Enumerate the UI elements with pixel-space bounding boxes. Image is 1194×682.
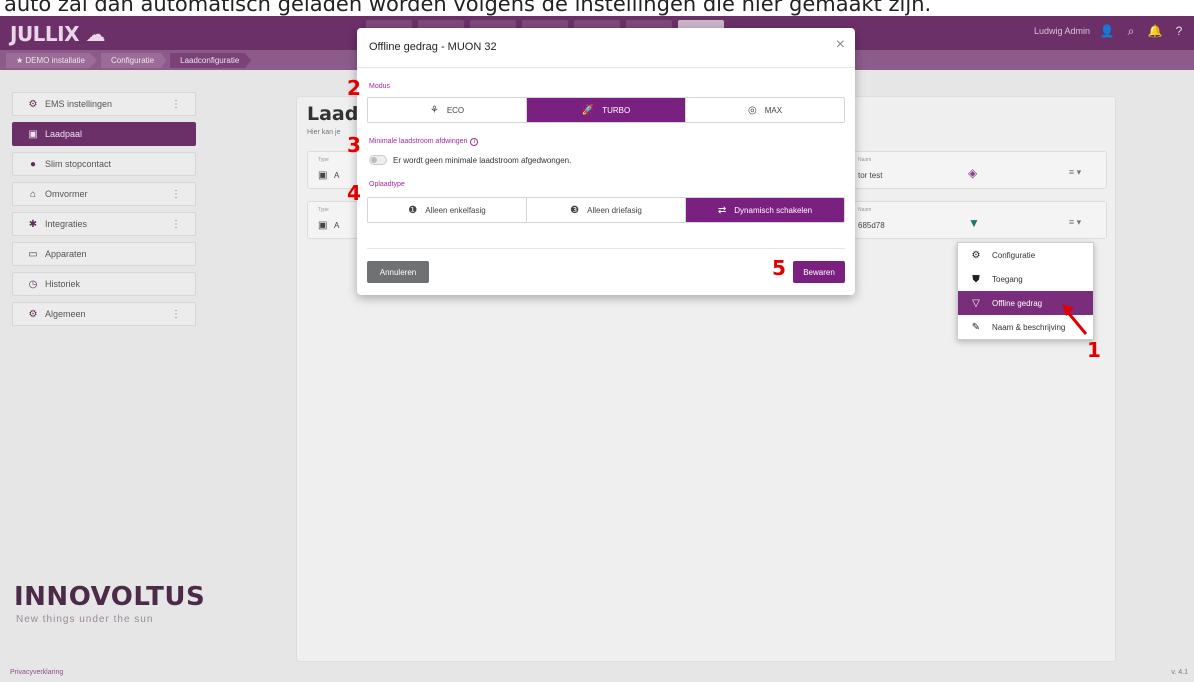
- row-menu-button[interactable]: ≡ ▾: [1060, 214, 1090, 230]
- close-icon[interactable]: ×: [836, 36, 845, 54]
- page-subtitle: Hier kan je: [307, 129, 341, 136]
- help-icon[interactable]: ?: [1172, 24, 1186, 38]
- sidebar-item-ems[interactable]: ⚙ EMS instellingen ⋮: [12, 92, 196, 116]
- laadtype-driefasig-button[interactable]: ❸ Alleen driefasig: [527, 198, 686, 222]
- three-icon: ❸: [570, 204, 580, 216]
- kebab-icon[interactable]: ⋮: [171, 189, 181, 200]
- row-menu-button[interactable]: ≡ ▾: [1060, 164, 1090, 180]
- modus-max-button[interactable]: ◎ MAX: [686, 98, 844, 122]
- info-icon[interactable]: i: [470, 138, 479, 146]
- brand-tagline: New things under the sun: [16, 614, 154, 625]
- row-type-label: Type: [318, 157, 329, 163]
- min-current-text: Er wordt geen minimale laadstroom afgedw…: [393, 155, 572, 165]
- tag-icon: ◈: [968, 166, 978, 180]
- sidebar-item-omvormer[interactable]: ⌂ Omvormer ⋮: [12, 182, 196, 206]
- puzzle-icon: ✱: [28, 218, 38, 230]
- shield-icon: ⛊: [972, 273, 980, 285]
- sidebar-item-algemeen[interactable]: ⚙ Algemeen ⋮: [12, 302, 196, 326]
- breadcrumb-item-installation[interactable]: ★ DEMO installatie: [6, 53, 97, 68]
- eco-icon: ⚘: [429, 104, 439, 116]
- gauge-icon: ◎: [747, 104, 757, 116]
- sidebar-item-laadpaal[interactable]: ▣ Laadpaal: [12, 122, 196, 146]
- home-icon: ⌂: [29, 188, 37, 200]
- bell-icon[interactable]: 🔔: [1148, 24, 1163, 38]
- rocket-icon: 🚀: [581, 104, 595, 116]
- modal-header: Offline gedrag - MUON 32 ×: [357, 28, 855, 68]
- cancel-button[interactable]: Annuleren: [367, 261, 429, 283]
- annotation-number-4: 4: [347, 181, 361, 205]
- row-type-value: A: [334, 171, 340, 180]
- row-type-label: Type: [318, 207, 329, 213]
- row-name-label: Naam: [858, 207, 872, 213]
- privacy-link[interactable]: Privacyverklaring: [10, 669, 63, 676]
- kebab-icon[interactable]: ⋮: [171, 99, 181, 110]
- jullix-logo[interactable]: JULLIX ☁: [10, 22, 105, 46]
- laadtype-label: Oplaadtype: [369, 181, 405, 188]
- wifi-off-icon: ▽: [972, 297, 980, 309]
- breadcrumb: ★ DEMO installatie Configuratie Laadconf…: [6, 53, 255, 68]
- sidebar-item-integraties[interactable]: ✱ Integraties ⋮: [12, 212, 196, 236]
- user-icon[interactable]: 👤: [1100, 24, 1115, 38]
- min-current-label: Minimale laadstroom afdwingen i: [369, 138, 479, 146]
- one-icon: ❶: [408, 204, 418, 216]
- menu-item-configuratie[interactable]: ⚙ Configuratie: [958, 243, 1093, 267]
- laadtype-dynamisch-button[interactable]: ⇄ Dynamisch schakelen: [686, 198, 844, 222]
- row-type-value: A: [334, 221, 340, 230]
- row-name-value: tor test: [858, 171, 883, 180]
- sidebar: ⚙ EMS instellingen ⋮ ▣ Laadpaal ● Slim stopc…: [12, 92, 196, 332]
- save-button[interactable]: Bewaren: [793, 261, 845, 283]
- modal-divider: [367, 248, 845, 249]
- user-name[interactable]: Ludwig Admin: [1034, 26, 1090, 36]
- sidebar-item-slim-stopcontact[interactable]: ● Slim stopcontact: [12, 152, 196, 176]
- gear-icon: ⚙: [28, 98, 38, 110]
- history-icon: ◷: [28, 278, 38, 290]
- brand-logo: INNOVOLTUS: [14, 582, 206, 612]
- settings-icon: ⚙: [28, 308, 38, 320]
- menu-item-toegang[interactable]: ⛊ Toegang: [958, 267, 1093, 291]
- plug-icon: ●: [29, 158, 37, 170]
- min-current-row: Er wordt geen minimale laadstroom afgedw…: [369, 155, 571, 165]
- modus-label: Modus: [369, 83, 391, 90]
- modus-eco-button[interactable]: ⚘ ECO: [368, 98, 527, 122]
- annotation-number-5: 5: [772, 256, 786, 280]
- tag-icon: ✎: [971, 321, 981, 333]
- search-icon[interactable]: ⌕: [1124, 24, 1138, 38]
- annotation-number-3: 3: [347, 133, 361, 157]
- charger-icon: ▣: [28, 128, 38, 140]
- switch-icon: ⇄: [717, 204, 727, 216]
- row-name-value: 685d78: [858, 221, 885, 230]
- breadcrumb-item-configuration[interactable]: Configuratie: [100, 53, 167, 68]
- cloud-logo-icon: ☁: [85, 22, 106, 46]
- device-icon: ▭: [28, 248, 38, 260]
- annotation-arrow: [1062, 304, 1088, 335]
- version-label: v. 4.1: [1171, 669, 1188, 676]
- charger-icon: ▣: [318, 220, 328, 231]
- gear-icon: ⚙: [971, 249, 981, 261]
- laadtype-selector: ❶ Alleen enkelfasig ❸ Alleen driefasig ⇄ Dy…: [367, 197, 845, 223]
- sidebar-item-historiek[interactable]: ◷ Historiek: [12, 272, 196, 296]
- modal-title: Offline gedrag - MUON 32: [369, 41, 497, 53]
- laadtype-enkelfasig-button[interactable]: ❶ Alleen enkelfasig: [368, 198, 527, 222]
- modus-turbo-button[interactable]: 🚀 TURBO: [527, 98, 686, 122]
- modus-selector: ⚘ ECO 🚀 TURBO ◎ MAX: [367, 97, 845, 123]
- annotation-number-1: 1: [1087, 338, 1101, 362]
- charger-icon: ▣: [318, 170, 328, 181]
- wifi-icon: ▼: [968, 216, 980, 230]
- annotation-number-2: 2: [347, 76, 361, 100]
- user-area: Ludwig Admin 👤 ⌕ 🔔 ?: [1034, 24, 1186, 39]
- row-name-label: Naam: [858, 157, 872, 163]
- sidebar-item-apparaten[interactable]: ▭ Apparaten: [12, 242, 196, 266]
- kebab-icon[interactable]: ⋮: [171, 309, 181, 320]
- min-current-toggle[interactable]: [369, 155, 387, 165]
- kebab-icon[interactable]: ⋮: [171, 219, 181, 230]
- offline-behavior-modal: Offline gedrag - MUON 32 × Modus ⚘ ECO 🚀 T…: [357, 28, 855, 295]
- breadcrumb-item-charge-config[interactable]: Laadconfiguratie: [170, 53, 252, 68]
